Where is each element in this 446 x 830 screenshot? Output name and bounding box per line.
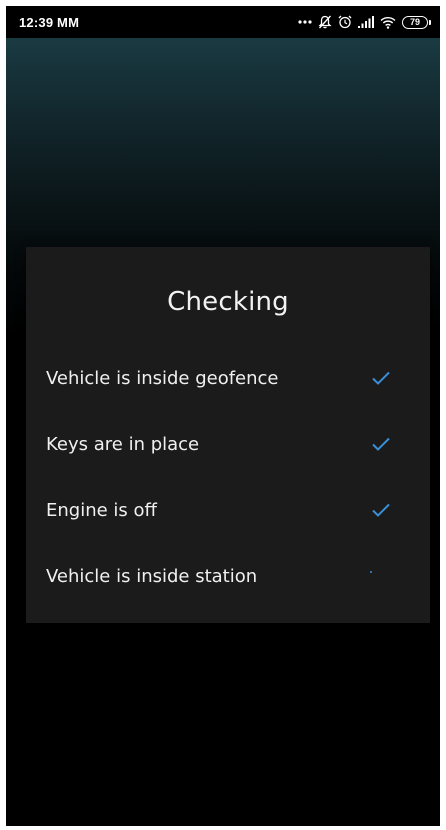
checking-dialog: Checking Vehicle is inside geofence Keys… <box>26 247 430 623</box>
check-list: Vehicle is inside geofence Keys are in p… <box>26 345 430 609</box>
check-item-label: Keys are in place <box>46 433 200 455</box>
wifi-icon <box>380 16 396 29</box>
signal-icon <box>358 16 374 28</box>
checkmark-icon <box>372 371 390 385</box>
battery-level: 79 <box>409 16 420 27</box>
battery-icon: 79 <box>402 15 431 29</box>
mute-notifications-icon <box>318 15 332 29</box>
checkmark-icon <box>372 437 390 451</box>
status-time: 12:39 MM <box>19 14 80 30</box>
check-item-engine: Engine is off <box>26 477 430 543</box>
check-item-keys: Keys are in place <box>26 411 430 477</box>
check-item-label: Engine is off <box>46 499 157 521</box>
phone-screen: 12:39 MM 79 Checking Vehicle is inside g… <box>6 6 440 826</box>
loading-icon <box>370 571 372 573</box>
check-item-label: Vehicle is inside station <box>46 565 258 587</box>
dialog-title: Checking <box>167 287 289 317</box>
check-item-label: Vehicle is inside geofence <box>46 367 279 389</box>
check-item-geofence: Vehicle is inside geofence <box>26 345 430 411</box>
checkmark-icon <box>372 503 390 517</box>
status-bar: 12:39 MM 79 <box>6 6 440 38</box>
more-dots-icon <box>298 20 312 24</box>
status-icons: 79 <box>298 15 431 29</box>
check-item-station: Vehicle is inside station <box>26 543 430 609</box>
alarm-icon <box>338 15 352 29</box>
